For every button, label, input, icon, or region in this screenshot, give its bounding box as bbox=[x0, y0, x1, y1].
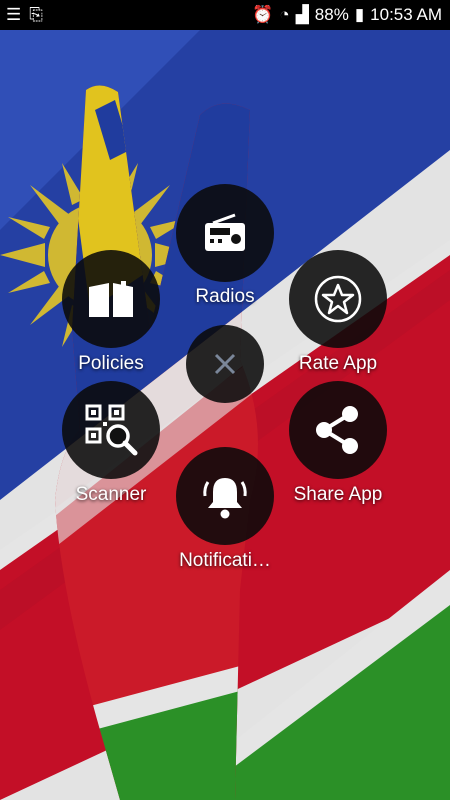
notifications-button[interactable] bbox=[176, 447, 274, 545]
list-icon: ☰ bbox=[6, 5, 22, 24]
radios-label: Radios bbox=[195, 286, 255, 307]
rate-app-button[interactable] bbox=[289, 250, 387, 348]
share-app-label: Share App bbox=[293, 484, 383, 505]
star-icon bbox=[314, 275, 362, 323]
scanner-button[interactable] bbox=[62, 381, 160, 479]
notifications-label: Notificati… bbox=[179, 550, 271, 571]
signal-icon: ▟ bbox=[295, 5, 309, 24]
policies-button[interactable] bbox=[62, 250, 160, 348]
download-icon: ⎘ bbox=[29, 5, 43, 24]
status-left: ☰ ⎘ bbox=[6, 5, 43, 25]
radios-button[interactable] bbox=[176, 184, 274, 282]
bell-icon bbox=[203, 478, 247, 519]
book-icon bbox=[89, 281, 133, 317]
share-icon bbox=[316, 406, 358, 454]
clock: 10:53 AM bbox=[370, 5, 442, 24]
radio-icon bbox=[205, 213, 245, 251]
scanner-label: Scanner bbox=[75, 484, 147, 505]
close-button[interactable] bbox=[186, 325, 264, 403]
share-app-button[interactable] bbox=[289, 381, 387, 479]
rate-app-label: Rate App bbox=[298, 353, 378, 374]
policies-label: Policies bbox=[78, 353, 144, 374]
qr-scanner-icon bbox=[85, 404, 138, 456]
alarm-icon: ⏰ bbox=[252, 5, 274, 24]
battery-icon: ▮ bbox=[354, 5, 365, 24]
battery-percent: 88% bbox=[314, 5, 349, 24]
wifi-icon: ◔ bbox=[279, 5, 290, 24]
close-icon bbox=[214, 353, 236, 375]
status-bar: ☰ ⎘ ⏰ ◔ ▟ 88% ▮ 10:53 AM bbox=[0, 0, 450, 30]
status-right: ⏰ ◔ ▟ 88% ▮ 10:53 AM bbox=[252, 5, 442, 25]
